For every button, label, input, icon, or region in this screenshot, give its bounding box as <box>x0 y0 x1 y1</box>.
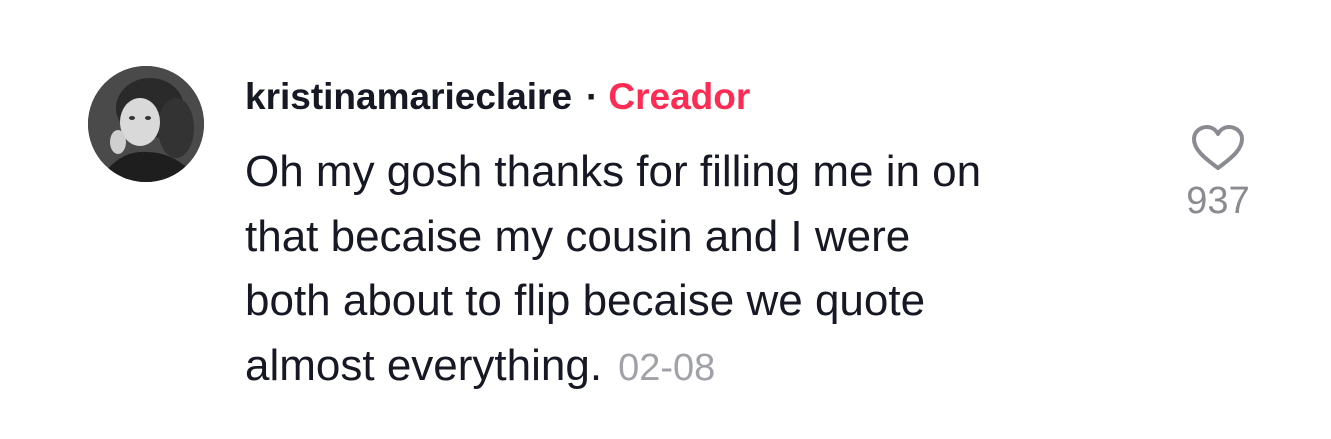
like-count: 937 <box>1186 180 1250 222</box>
heart-outline-icon[interactable] <box>1191 124 1245 172</box>
comment-text-line: that becaise my cousin and I were <box>245 211 911 261</box>
comment-header: kristinamarieclaire · Creador <box>245 72 750 122</box>
username[interactable]: kristinamarieclaire <box>245 76 572 118</box>
comment-text-line: both about to flip becaise we quote <box>245 276 926 325</box>
comment-text: Oh my gosh thanks for filling me in on t… <box>245 140 1145 400</box>
avatar[interactable] <box>88 66 204 182</box>
comment-date: 02-08 <box>618 346 716 389</box>
comment-text-line-last: almost everything. 02-08 <box>245 334 1145 401</box>
creator-badge: Creador <box>608 76 751 117</box>
comment-item: kristinamarieclaire · Creador Oh my gosh… <box>0 0 1331 439</box>
comment-text-line: almost everything. <box>245 340 603 390</box>
separator: · <box>586 76 599 117</box>
comment-text-line: Oh my gosh thanks for filling me in on <box>245 147 982 196</box>
like-button[interactable]: 937 <box>1178 124 1258 223</box>
